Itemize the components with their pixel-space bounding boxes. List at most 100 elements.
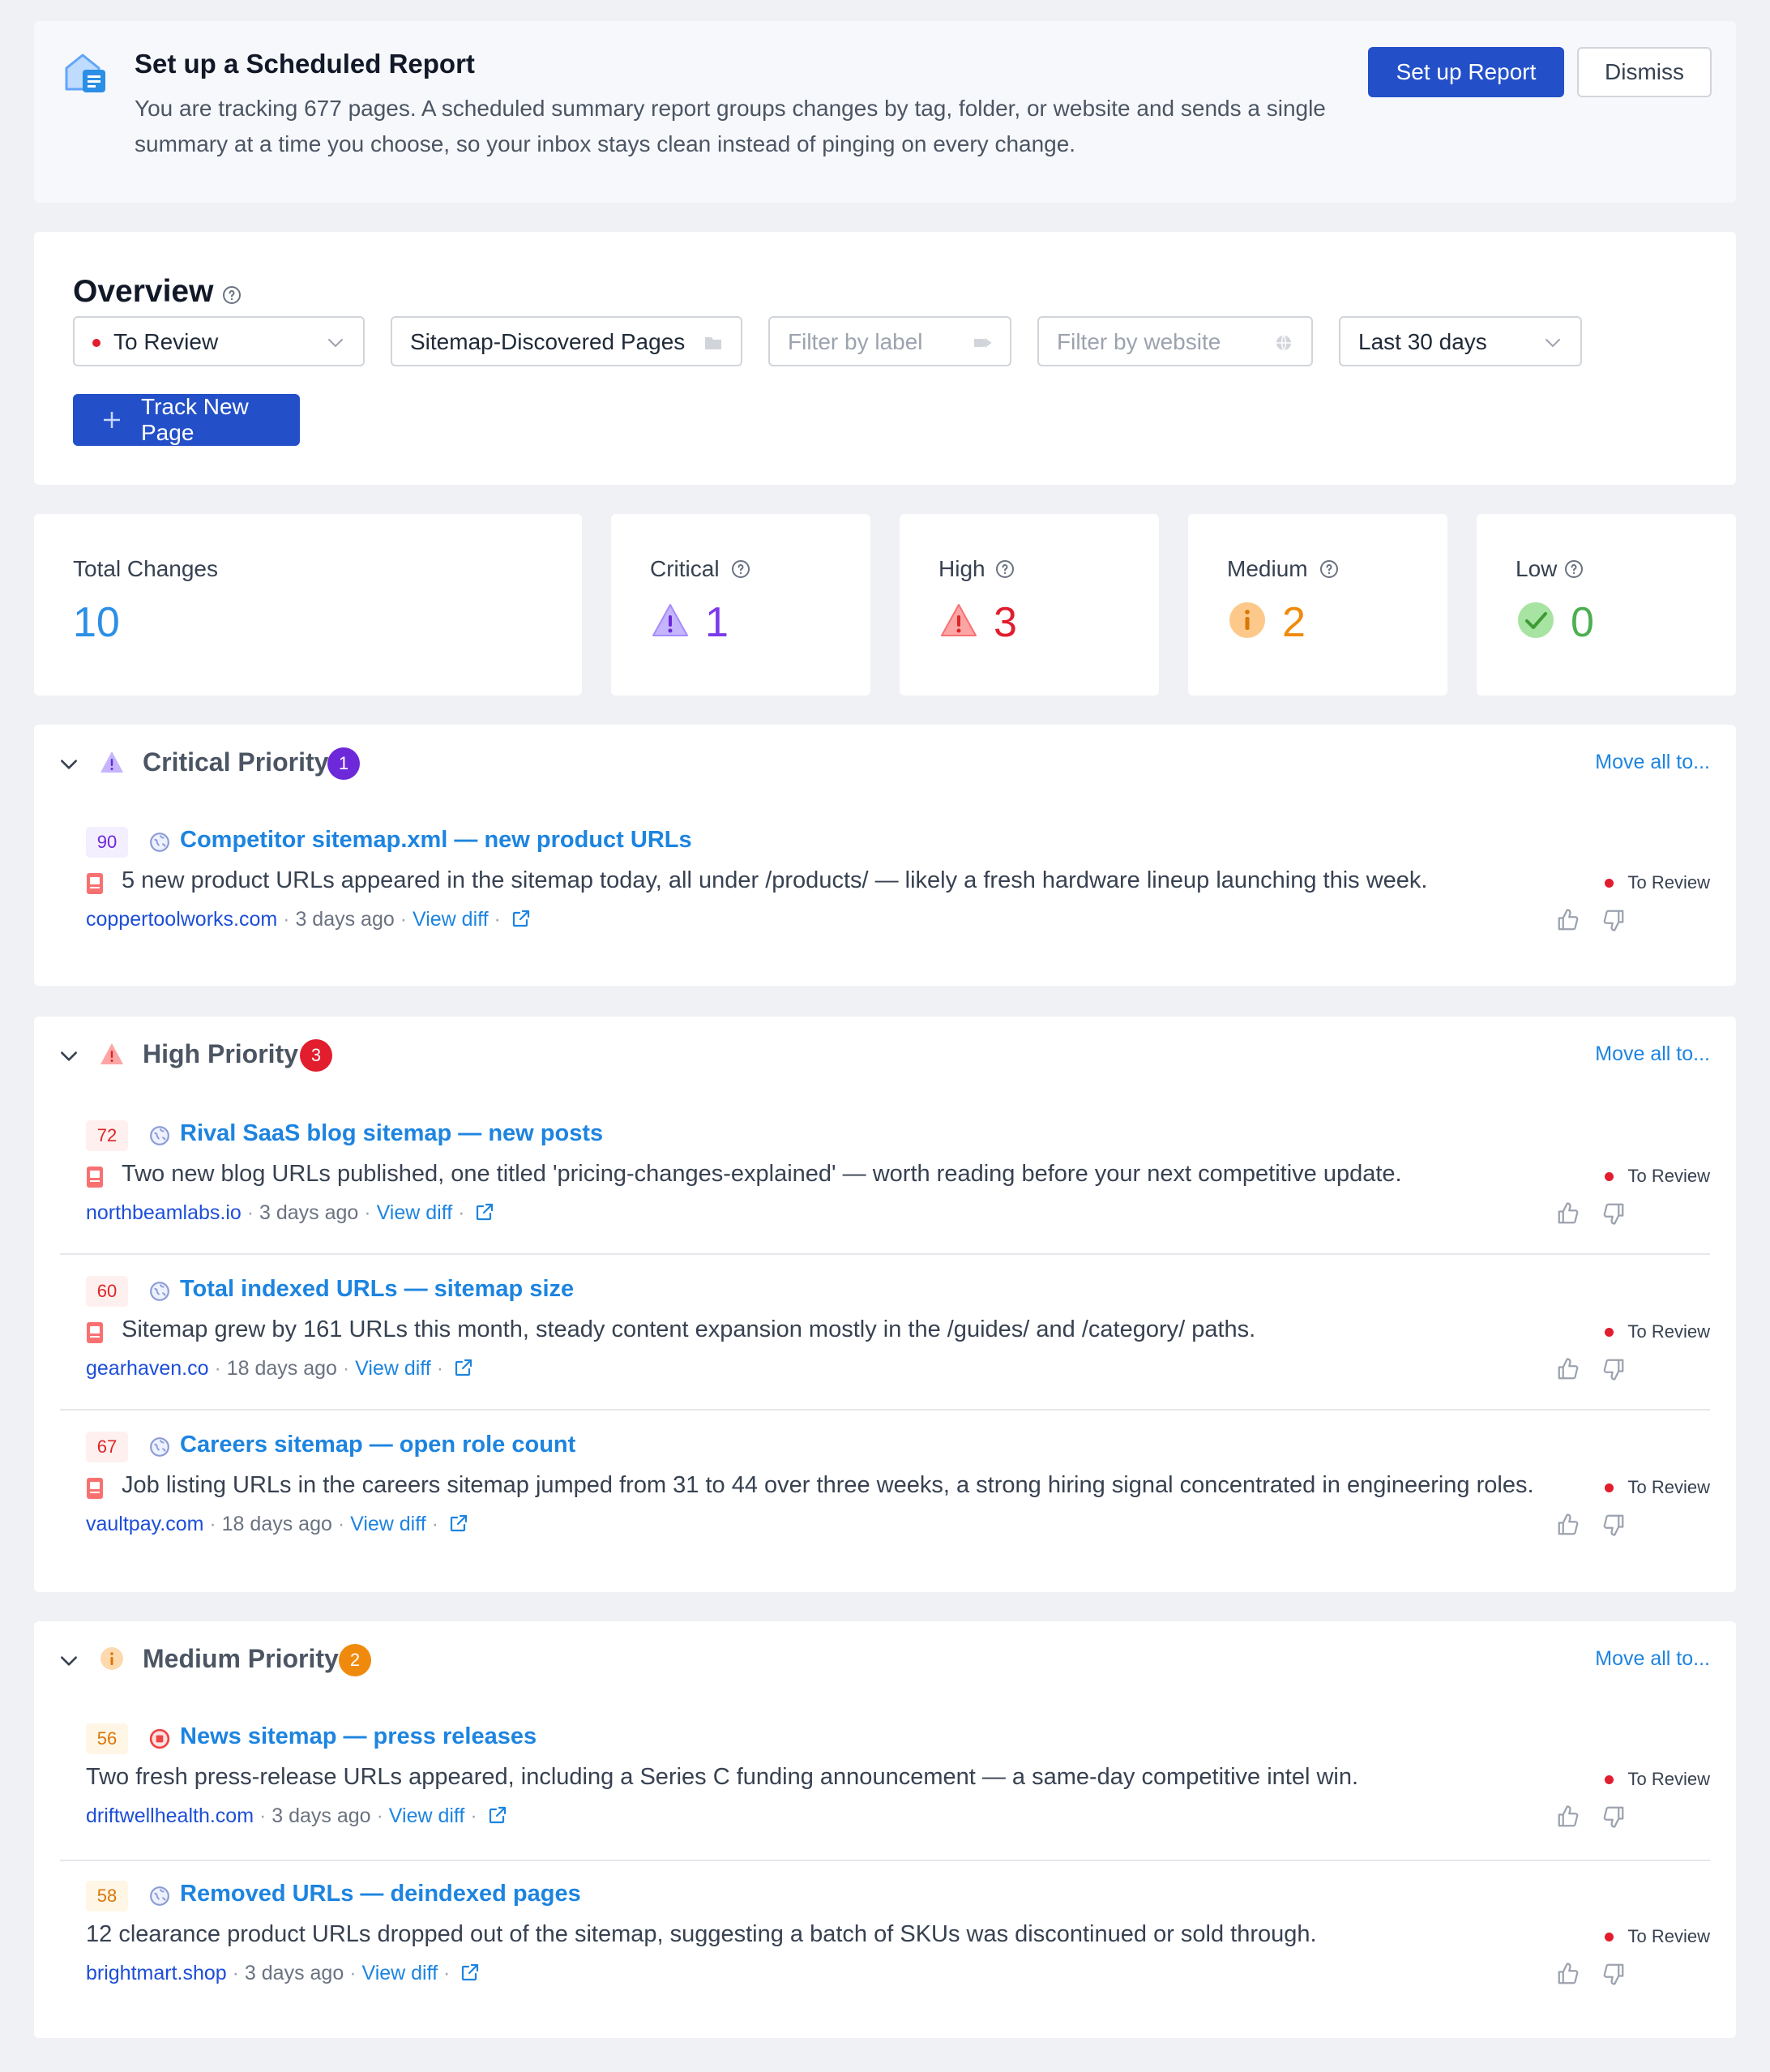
section-title: High Priority xyxy=(143,1039,299,1068)
domain-link[interactable]: gearhaven.co xyxy=(86,1357,209,1380)
collapse-chevron-icon[interactable] xyxy=(58,1650,79,1672)
alert-triangle-icon xyxy=(100,1043,123,1064)
status-indicator[interactable]: To Review xyxy=(1604,1321,1710,1342)
setup-report-button[interactable]: Set up Report xyxy=(1368,47,1564,97)
thumbs-down-icon[interactable] xyxy=(1601,1962,1626,1986)
status-indicator[interactable]: To Review xyxy=(1604,1477,1710,1498)
document-icon xyxy=(86,872,104,895)
thumbs-up-icon[interactable] xyxy=(1556,908,1580,932)
thumbs-down-icon[interactable] xyxy=(1601,1513,1626,1537)
stat-card-low: Low 0 xyxy=(1477,514,1736,696)
change-title-link[interactable]: Competitor sitemap.xml — new product URL… xyxy=(180,827,692,854)
change-title-link[interactable]: News sitemap — press releases xyxy=(180,1723,537,1750)
divider xyxy=(60,1860,1710,1861)
help-icon[interactable] xyxy=(995,559,1015,579)
move-all-link[interactable]: Move all to... xyxy=(1595,1042,1710,1066)
external-link-icon[interactable] xyxy=(475,1202,494,1222)
external-link-icon[interactable] xyxy=(449,1513,468,1533)
change-meta: gearhaven.co · 18 days ago · View diff · xyxy=(86,1357,473,1381)
external-link-icon[interactable] xyxy=(460,1963,480,1982)
folder-filter-select[interactable]: Sitemap-Discovered Pages xyxy=(391,316,742,366)
move-all-link[interactable]: Move all to... xyxy=(1595,751,1710,774)
domain-link[interactable]: northbeamlabs.io xyxy=(86,1201,242,1224)
label-filter-input[interactable]: Filter by label xyxy=(768,316,1011,366)
change-item[interactable]: 60 Total indexed URLs — sitemap size Sit… xyxy=(60,1276,1710,1398)
scheduled-report-banner: Set up a Scheduled Report You are tracki… xyxy=(34,21,1736,203)
timestamp: 3 days ago xyxy=(271,1804,371,1827)
timestamp: 18 days ago xyxy=(221,1513,332,1535)
thumbs-up-icon[interactable] xyxy=(1556,1201,1580,1226)
change-meta: coppertoolworks.com · 3 days ago · View … xyxy=(86,908,531,931)
change-item[interactable]: 58 Removed URLs — deindexed pages 12 cle… xyxy=(60,1881,1710,2002)
thumbs-down-icon[interactable] xyxy=(1601,1201,1626,1226)
thumbs-down-icon[interactable] xyxy=(1601,908,1626,932)
change-item[interactable]: 72 Rival SaaS blog sitemap — new posts T… xyxy=(60,1120,1710,1242)
website-filter-input[interactable]: Filter by website xyxy=(1037,316,1313,366)
view-diff-link[interactable]: View diff xyxy=(389,1804,465,1827)
change-summary: Sitemap grew by 161 URLs this month, ste… xyxy=(122,1316,1256,1342)
timestamp: 18 days ago xyxy=(226,1357,337,1380)
thumbs-up-icon[interactable] xyxy=(1556,1357,1580,1381)
view-diff-link[interactable]: View diff xyxy=(361,1962,438,1984)
thumbs-down-icon[interactable] xyxy=(1601,1804,1626,1829)
view-diff-link[interactable]: View diff xyxy=(377,1201,453,1224)
thumbs-up-icon[interactable] xyxy=(1556,1962,1580,1986)
change-item[interactable]: 90 Competitor sitemap.xml — new product … xyxy=(60,827,1710,948)
status-indicator[interactable]: To Review xyxy=(1604,1769,1710,1790)
page-title: Overview xyxy=(73,274,214,309)
collapse-chevron-icon[interactable] xyxy=(58,1046,79,1067)
dismiss-button[interactable]: Dismiss xyxy=(1577,47,1712,97)
globe-icon xyxy=(149,1436,170,1458)
stat-label: Medium xyxy=(1227,556,1308,581)
stat-card-high: High 3 xyxy=(900,514,1159,696)
help-icon[interactable] xyxy=(1564,559,1584,579)
change-title-link[interactable]: Rival SaaS blog sitemap — new posts xyxy=(180,1120,603,1147)
change-item[interactable]: 67 Careers sitemap — open role count Job… xyxy=(60,1432,1710,1553)
move-all-link[interactable]: Move all to... xyxy=(1595,1647,1710,1671)
thumbs-up-icon[interactable] xyxy=(1556,1513,1580,1537)
count-badge: 2 xyxy=(339,1644,371,1676)
document-icon xyxy=(86,1166,104,1188)
external-link-icon[interactable] xyxy=(488,1805,507,1825)
alert-triangle-icon xyxy=(941,604,977,636)
domain-link[interactable]: brightmart.shop xyxy=(86,1962,227,1984)
change-title-link[interactable]: Careers sitemap — open role count xyxy=(180,1432,575,1458)
external-link-icon[interactable] xyxy=(454,1358,473,1377)
status-filter-select[interactable]: To Review xyxy=(73,316,365,366)
change-title-link[interactable]: Removed URLs — deindexed pages xyxy=(180,1881,581,1907)
banner-description: You are tracking 677 pages. A scheduled … xyxy=(135,96,1326,156)
change-item[interactable]: 56 News sitemap — press releases Two fre… xyxy=(60,1723,1710,1845)
timestamp: 3 days ago xyxy=(259,1201,359,1224)
collapse-chevron-icon[interactable] xyxy=(58,754,79,775)
help-icon[interactable] xyxy=(731,559,750,579)
view-diff-link[interactable]: View diff xyxy=(355,1357,431,1380)
domain-link[interactable]: coppertoolworks.com xyxy=(86,908,277,931)
track-new-page-button[interactable]: Track New Page xyxy=(73,394,300,446)
warning-triangle-icon xyxy=(652,604,688,636)
status-indicator[interactable]: To Review xyxy=(1604,1166,1710,1187)
count-badge: 3 xyxy=(300,1039,332,1072)
view-diff-link[interactable]: View diff xyxy=(350,1513,426,1535)
report-icon xyxy=(65,54,105,92)
status-filter-value: To Review xyxy=(113,329,219,354)
view-diff-link[interactable]: View diff xyxy=(413,908,489,931)
date-range-select[interactable]: Last 30 days xyxy=(1339,316,1582,366)
thumbs-up-icon[interactable] xyxy=(1556,1804,1580,1829)
status-indicator[interactable]: To Review xyxy=(1604,872,1710,893)
change-meta: northbeamlabs.io · 3 days ago · View dif… xyxy=(86,1201,494,1225)
domain-link[interactable]: driftwellhealth.com xyxy=(86,1804,254,1827)
help-icon[interactable] xyxy=(222,285,242,305)
change-summary: 12 clearance product URLs dropped out of… xyxy=(86,1921,1317,1947)
info-circle-icon xyxy=(100,1647,123,1670)
website-filter-placeholder: Filter by website xyxy=(1057,329,1221,354)
globe-icon xyxy=(149,1125,170,1146)
change-title-link[interactable]: Total indexed URLs — sitemap size xyxy=(180,1276,574,1303)
stat-label: High xyxy=(938,556,985,581)
help-icon[interactable] xyxy=(1319,559,1339,579)
status-indicator[interactable]: To Review xyxy=(1604,1926,1710,1947)
domain-link[interactable]: vaultpay.com xyxy=(86,1513,203,1535)
change-summary: Job listing URLs in the careers sitemap … xyxy=(122,1472,1534,1498)
external-link-icon[interactable] xyxy=(511,909,531,928)
thumbs-down-icon[interactable] xyxy=(1601,1357,1626,1381)
change-meta: brightmart.shop · 3 days ago · View diff… xyxy=(86,1962,480,1985)
